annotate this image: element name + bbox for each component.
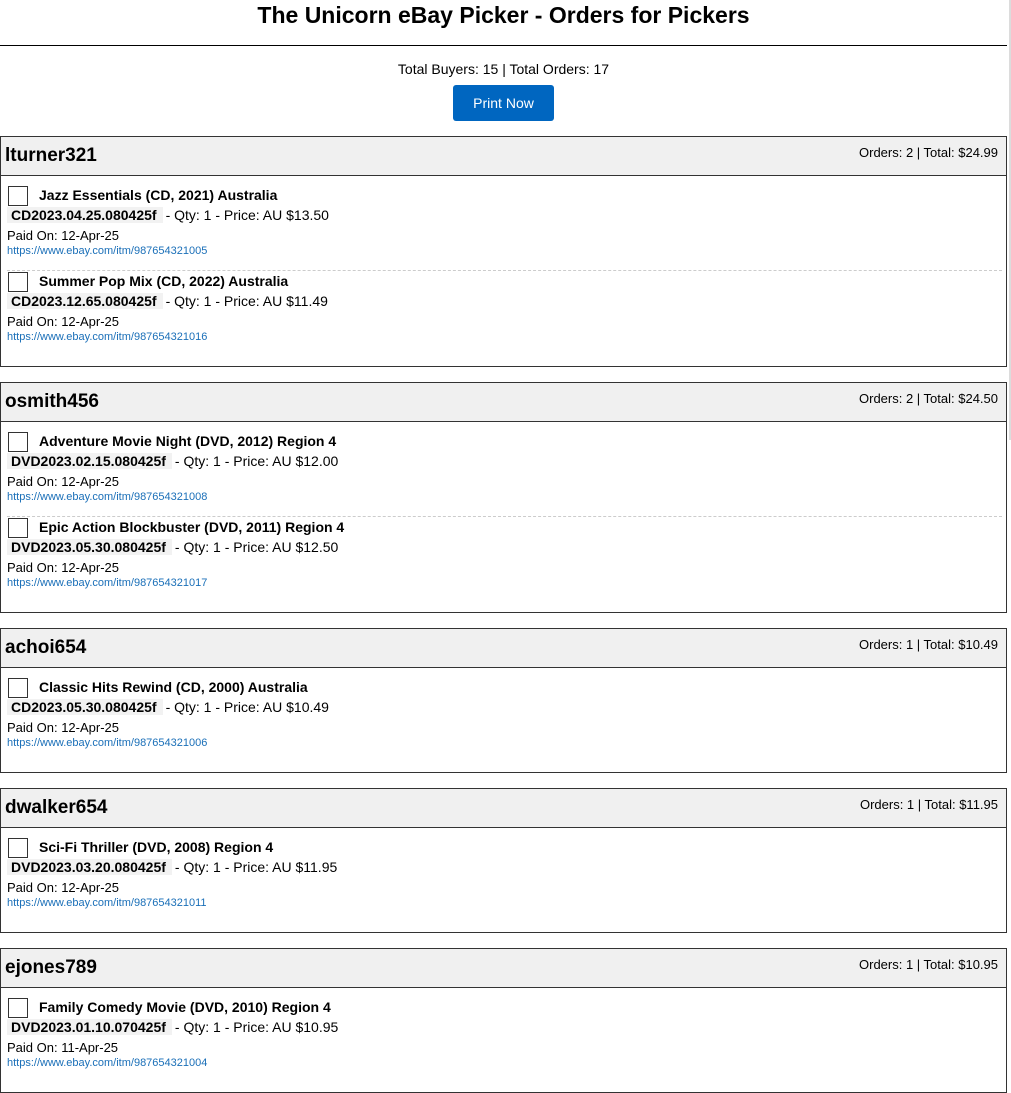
- order-sku: DVD2023.03.20.080425f: [7, 859, 172, 875]
- order-sku: DVD2023.05.30.080425f: [7, 539, 172, 555]
- order-qty-price: - Qty: 1 - Price: AU $10.49: [165, 699, 329, 715]
- order-sku: CD2023.12.65.080425f: [7, 293, 163, 309]
- buyer-card: dwalker654 Orders: 1 | Total: $11.95 Sci…: [0, 788, 1007, 933]
- picked-checkbox[interactable]: [8, 432, 28, 452]
- buyer-header: ejones789 Orders: 1 | Total: $10.95: [1, 949, 1006, 988]
- order-qty-price: - Qty: 1 - Price: AU $13.50: [165, 207, 329, 223]
- order-ebay-link[interactable]: https://www.ebay.com/itm/987654321005: [7, 245, 207, 257]
- buyer-username: osmith456: [5, 391, 99, 412]
- buyer-header: lturner321 Orders: 2 | Total: $24.99: [1, 137, 1006, 176]
- buyer-username: dwalker654: [5, 797, 108, 818]
- totals-summary: Total Buyers: 15 | Total Orders: 17: [397, 61, 610, 77]
- buyer-username: ejones789: [5, 957, 97, 978]
- picked-checkbox[interactable]: [8, 186, 28, 206]
- order-paid-date: Paid On: 12-Apr-25: [7, 880, 120, 895]
- order-ebay-link[interactable]: https://www.ebay.com/itm/987654321008: [7, 491, 207, 503]
- order-title: Classic Hits Rewind (CD, 2000) Australia: [39, 679, 308, 695]
- order-qty-price: - Qty: 1 - Price: AU $10.95: [174, 1019, 339, 1035]
- buyer-card: lturner321 Orders: 2 | Total: $24.99 Jaz…: [0, 136, 1007, 367]
- order-item: Jazz Essentials (CD, 2021) Australia CD2…: [7, 185, 1002, 270]
- picked-checkbox[interactable]: [8, 678, 28, 698]
- order-title: Sci-Fi Thriller (DVD, 2008) Region 4: [39, 839, 274, 855]
- order-ebay-link[interactable]: https://www.ebay.com/itm/987654321006: [7, 737, 207, 749]
- order-paid-date: Paid On: 12-Apr-25: [7, 474, 120, 489]
- order-title: Family Comedy Movie (DVD, 2010) Region 4: [39, 999, 331, 1015]
- picked-checkbox[interactable]: [8, 272, 28, 292]
- order-qty-price: - Qty: 1 - Price: AU $12.50: [174, 539, 339, 555]
- print-now-button[interactable]: Print Now: [453, 85, 554, 121]
- order-title: Adventure Movie Night (DVD, 2012) Region…: [39, 433, 337, 449]
- buyer-card: achoi654 Orders: 1 | Total: $10.49 Class…: [0, 628, 1007, 773]
- order-ebay-link[interactable]: https://www.ebay.com/itm/987654321004: [7, 1057, 207, 1069]
- buyer-username: lturner321: [5, 145, 97, 166]
- order-paid-date: Paid On: 12-Apr-25: [7, 314, 120, 329]
- order-paid-date: Paid On: 11-Apr-25: [7, 1040, 119, 1055]
- order-item: Sci-Fi Thriller (DVD, 2008) Region 4 DVD…: [7, 837, 1002, 922]
- order-sku: DVD2023.02.15.080425f: [7, 453, 172, 469]
- picked-checkbox[interactable]: [8, 518, 28, 538]
- order-title: Jazz Essentials (CD, 2021) Australia: [39, 187, 278, 203]
- buyer-header: dwalker654 Orders: 1 | Total: $11.95: [1, 789, 1006, 828]
- picker-page: The Unicorn eBay Picker - Orders for Pic…: [0, 0, 1007, 1093]
- order-sku: CD2023.04.25.080425f: [7, 207, 163, 223]
- buyer-header: osmith456 Orders: 2 | Total: $24.50: [1, 383, 1006, 422]
- page-title: The Unicorn eBay Picker - Orders for Pic…: [0, 0, 1007, 46]
- picked-checkbox[interactable]: [8, 998, 28, 1018]
- order-qty-price: - Qty: 1 - Price: AU $12.00: [174, 453, 339, 469]
- order-paid-date: Paid On: 12-Apr-25: [7, 560, 120, 575]
- order-title: Epic Action Blockbuster (DVD, 2011) Regi…: [39, 519, 345, 535]
- order-sku: CD2023.05.30.080425f: [7, 699, 163, 715]
- buyer-order-stats: Orders: 1 | Total: $10.49: [859, 637, 998, 652]
- picked-checkbox[interactable]: [8, 838, 28, 858]
- buyer-order-stats: Orders: 1 | Total: $10.95: [859, 957, 998, 972]
- order-item: Family Comedy Movie (DVD, 2010) Region 4…: [7, 997, 1002, 1082]
- order-ebay-link[interactable]: https://www.ebay.com/itm/987654321016: [7, 331, 207, 343]
- buyer-card: ejones789 Orders: 1 | Total: $10.95 Fami…: [0, 948, 1007, 1093]
- buyer-header: achoi654 Orders: 1 | Total: $10.49: [1, 629, 1006, 668]
- order-sku: DVD2023.01.10.070425f: [7, 1019, 172, 1035]
- buyer-order-stats: Orders: 2 | Total: $24.99: [859, 145, 998, 160]
- order-item: Adventure Movie Night (DVD, 2012) Region…: [7, 431, 1002, 516]
- order-paid-date: Paid On: 12-Apr-25: [7, 228, 120, 243]
- buyer-list: lturner321 Orders: 2 | Total: $24.99 Jaz…: [0, 136, 1007, 1093]
- buyer-username: achoi654: [5, 637, 87, 658]
- order-ebay-link[interactable]: https://www.ebay.com/itm/987654321011: [7, 897, 207, 909]
- order-qty-price: - Qty: 1 - Price: AU $11.95: [174, 859, 338, 875]
- buyer-order-stats: Orders: 2 | Total: $24.50: [859, 391, 998, 406]
- order-ebay-link[interactable]: https://www.ebay.com/itm/987654321017: [7, 577, 207, 589]
- order-item: Summer Pop Mix (CD, 2022) Australia CD20…: [7, 270, 1002, 356]
- order-title: Summer Pop Mix (CD, 2022) Australia: [39, 273, 289, 289]
- order-item: Epic Action Blockbuster (DVD, 2011) Regi…: [7, 516, 1002, 602]
- order-item: Classic Hits Rewind (CD, 2000) Australia…: [7, 677, 1002, 762]
- buyer-card: osmith456 Orders: 2 | Total: $24.50 Adve…: [0, 382, 1007, 613]
- order-paid-date: Paid On: 12-Apr-25: [7, 720, 120, 735]
- buyer-order-stats: Orders: 1 | Total: $11.95: [859, 797, 998, 812]
- order-qty-price: - Qty: 1 - Price: AU $11.49: [165, 293, 328, 309]
